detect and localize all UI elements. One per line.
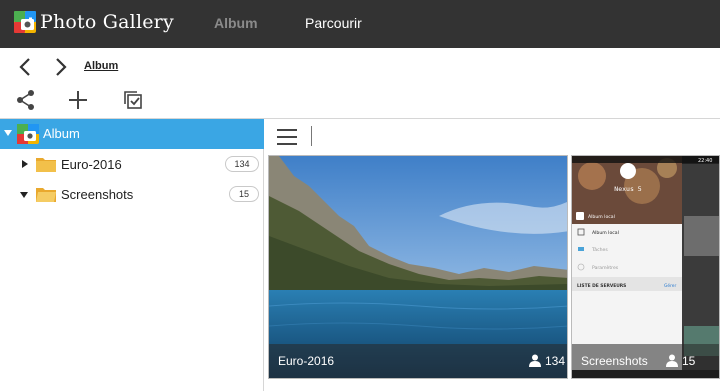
section-action: Gérer [664,282,677,289]
folder-open-icon [36,188,56,202]
album-count: 134 [545,354,566,368]
content-area: Euro-2016 134 22:40 Nexus 5 Album local … [265,119,720,391]
album-count: 15 [682,354,696,368]
plus-icon[interactable] [67,89,89,111]
caret-down-icon[interactable] [4,130,12,136]
tree-item-label: Euro-2016 [61,157,122,172]
phone-time: 22:40 [698,158,712,164]
tree-root-label: Album [43,126,80,141]
hamburger-menu-icon[interactable] [277,129,297,145]
caret-right-icon[interactable] [22,160,28,168]
tree-item-screenshots[interactable]: Screenshots 15 [0,179,264,209]
count-badge: 15 [229,186,259,202]
app-title: Photo Gallery [40,11,174,33]
person-icon [529,354,541,367]
breadcrumb[interactable]: Album [84,60,118,72]
top-bar: Photo Gallery Album Parcourir [0,0,720,48]
tab-browse[interactable]: Parcourir [305,15,362,31]
thumbnail-caption: Euro-2016 134 [269,344,567,378]
tree-root-album[interactable]: Album [0,119,264,149]
photo-gallery-logo-icon [14,11,36,33]
folder-icon [36,158,56,172]
chevron-left-icon[interactable] [16,56,36,78]
thumbnail-caption: Screenshots 15 [572,344,719,378]
select-checkbox-icon[interactable] [122,89,144,111]
album-icon [17,124,39,144]
tree-item-euro-2016[interactable]: Euro-2016 134 [0,149,264,179]
header-label: Album local [588,214,615,220]
phone-menu-item: Paramètres [592,264,619,271]
person-icon [666,354,678,367]
share-icon[interactable] [15,89,37,111]
album-thumbnail-euro-2016[interactable]: Euro-2016 134 [268,155,568,379]
album-name: Screenshots [581,354,648,368]
caret-down-icon[interactable] [20,192,28,198]
album-thumbnail-screenshots[interactable]: 22:40 Nexus 5 Album local Album local Tâ… [571,155,720,379]
phone-menu-item: Album local [592,230,619,236]
chevron-right-icon[interactable] [51,56,71,78]
album-name: Euro-2016 [278,354,335,368]
tab-album[interactable]: Album [214,15,258,31]
toolbar-separator [311,126,312,146]
sidebar: Album Euro-2016 134 Screenshots 15 [0,119,264,391]
count-badge: 134 [225,156,259,172]
device-name: Nexus 5 [614,185,641,193]
section-label: LISTE DE SERVEURS [577,283,626,289]
phone-menu-item: Tâches [591,246,608,253]
tree-item-label: Screenshots [61,187,134,202]
